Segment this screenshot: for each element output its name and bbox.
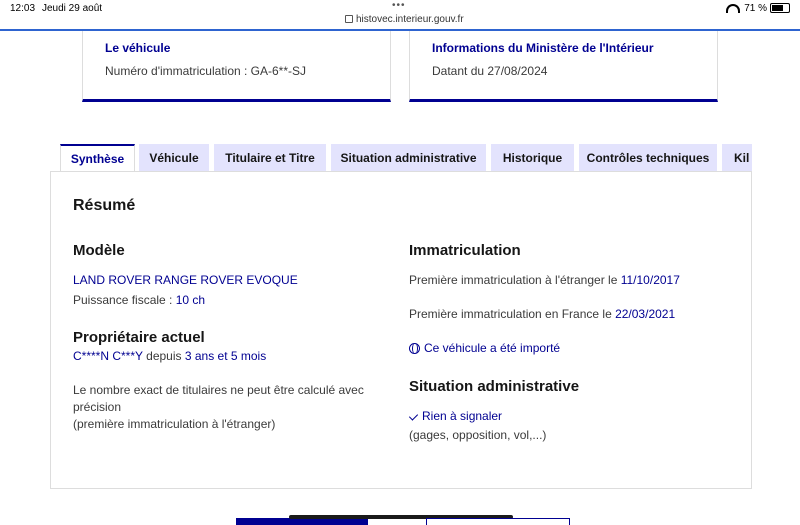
tab-vehicule[interactable]: Véhicule [139, 144, 209, 172]
lock-icon [345, 15, 353, 24]
vehicle-card: Le véhicule Numéro d'immatriculation : G… [82, 31, 391, 102]
status-bar: 12:03 Jeudi 29 août ••• histovec.interie… [0, 0, 800, 30]
tab-titulaire-et-titre[interactable]: Titulaire et Titre [214, 144, 326, 172]
ministry-card-title: Informations du Ministère de l'Intérieur [432, 41, 654, 55]
admin-detail: (gages, opposition, vol,...) [409, 428, 547, 442]
owner-heading: Propriétaire actuel [73, 329, 205, 346]
foreign-registration: Première immatriculation à l'étranger le… [409, 273, 680, 287]
bottom-button-secondary[interactable] [426, 518, 570, 525]
tab-situation-administrative[interactable]: Situation administrative [331, 144, 486, 172]
url-text: histovec.interieur.gouv.fr [356, 14, 464, 25]
tab-historique[interactable]: Historique [491, 144, 574, 172]
address-bar[interactable]: histovec.interieur.gouv.fr [345, 14, 464, 25]
tab-synthese[interactable]: Synthèse [60, 144, 135, 172]
tab-bar: Synthèse Véhicule Titulaire et Titre Sit… [60, 144, 752, 172]
ministry-card: Informations du Ministère de l'Intérieur… [409, 31, 718, 102]
summary-title: Résumé [73, 197, 136, 214]
fiscal-power-value: 10 ch [175, 293, 206, 307]
wifi-icon [726, 3, 741, 13]
registration-number: Numéro d'immatriculation : GA-6**-SJ [105, 64, 307, 78]
registration-heading: Immatriculation [409, 242, 521, 259]
vehicle-card-title: Le véhicule [105, 41, 171, 55]
synthese-panel: Résumé Modèle LAND ROVER RANGE ROVER EVO… [50, 171, 752, 489]
status-right: 71 % [726, 3, 790, 14]
multitask-dots-icon[interactable]: ••• [392, 0, 406, 11]
tab-kilometrage[interactable]: Kil [722, 144, 752, 172]
owner-line: C****N C***Y depuis 3 ans et 5 mois [73, 349, 266, 363]
battery-icon [770, 3, 790, 14]
france-registration: Première immatriculation en France le 22… [409, 307, 675, 321]
foreign-registration-label: Première immatriculation à l'étranger le [409, 273, 621, 287]
battery-percent: 71 % [744, 3, 767, 14]
admin-heading: Situation administrative [409, 378, 580, 395]
owner-note-line1: Le nombre exact de titulaires ne peut êt… [73, 383, 364, 397]
check-icon [408, 411, 419, 421]
bottom-button-primary[interactable] [236, 518, 368, 525]
owner-note-line3: (première immatriculation à l'étranger) [73, 417, 276, 431]
status-date: Jeudi 29 août [42, 3, 103, 14]
admin-status-text: Rien à signaler [422, 409, 503, 423]
imported-text: Ce véhicule a été importé [424, 341, 561, 355]
fiscal-power: Puissance fiscale : 10 ch [73, 293, 205, 307]
model-name: LAND ROVER RANGE ROVER EVOQUE [73, 273, 298, 287]
model-heading: Modèle [73, 242, 125, 259]
fiscal-power-label: Puissance fiscale : [73, 293, 176, 307]
france-registration-label: Première immatriculation en France le [409, 307, 616, 321]
owner-duration: 3 ans et 5 mois [184, 349, 267, 363]
imported-link[interactable]: Ce véhicule a été importé [409, 341, 560, 355]
status-time: 12:03 [10, 3, 36, 14]
ministry-date: Datant du 27/08/2024 [432, 64, 548, 78]
tab-controles-techniques[interactable]: Contrôles techniques [579, 144, 717, 172]
admin-status: Rien à signaler [408, 409, 503, 423]
france-registration-date: 22/03/2021 [615, 307, 676, 321]
foreign-registration-date: 11/10/2017 [620, 273, 680, 287]
owner-note-line2: précision [73, 400, 122, 414]
globe-icon [409, 343, 420, 355]
owner-since-label: depuis [142, 349, 185, 363]
owner-name: C****N C***Y [73, 349, 143, 363]
